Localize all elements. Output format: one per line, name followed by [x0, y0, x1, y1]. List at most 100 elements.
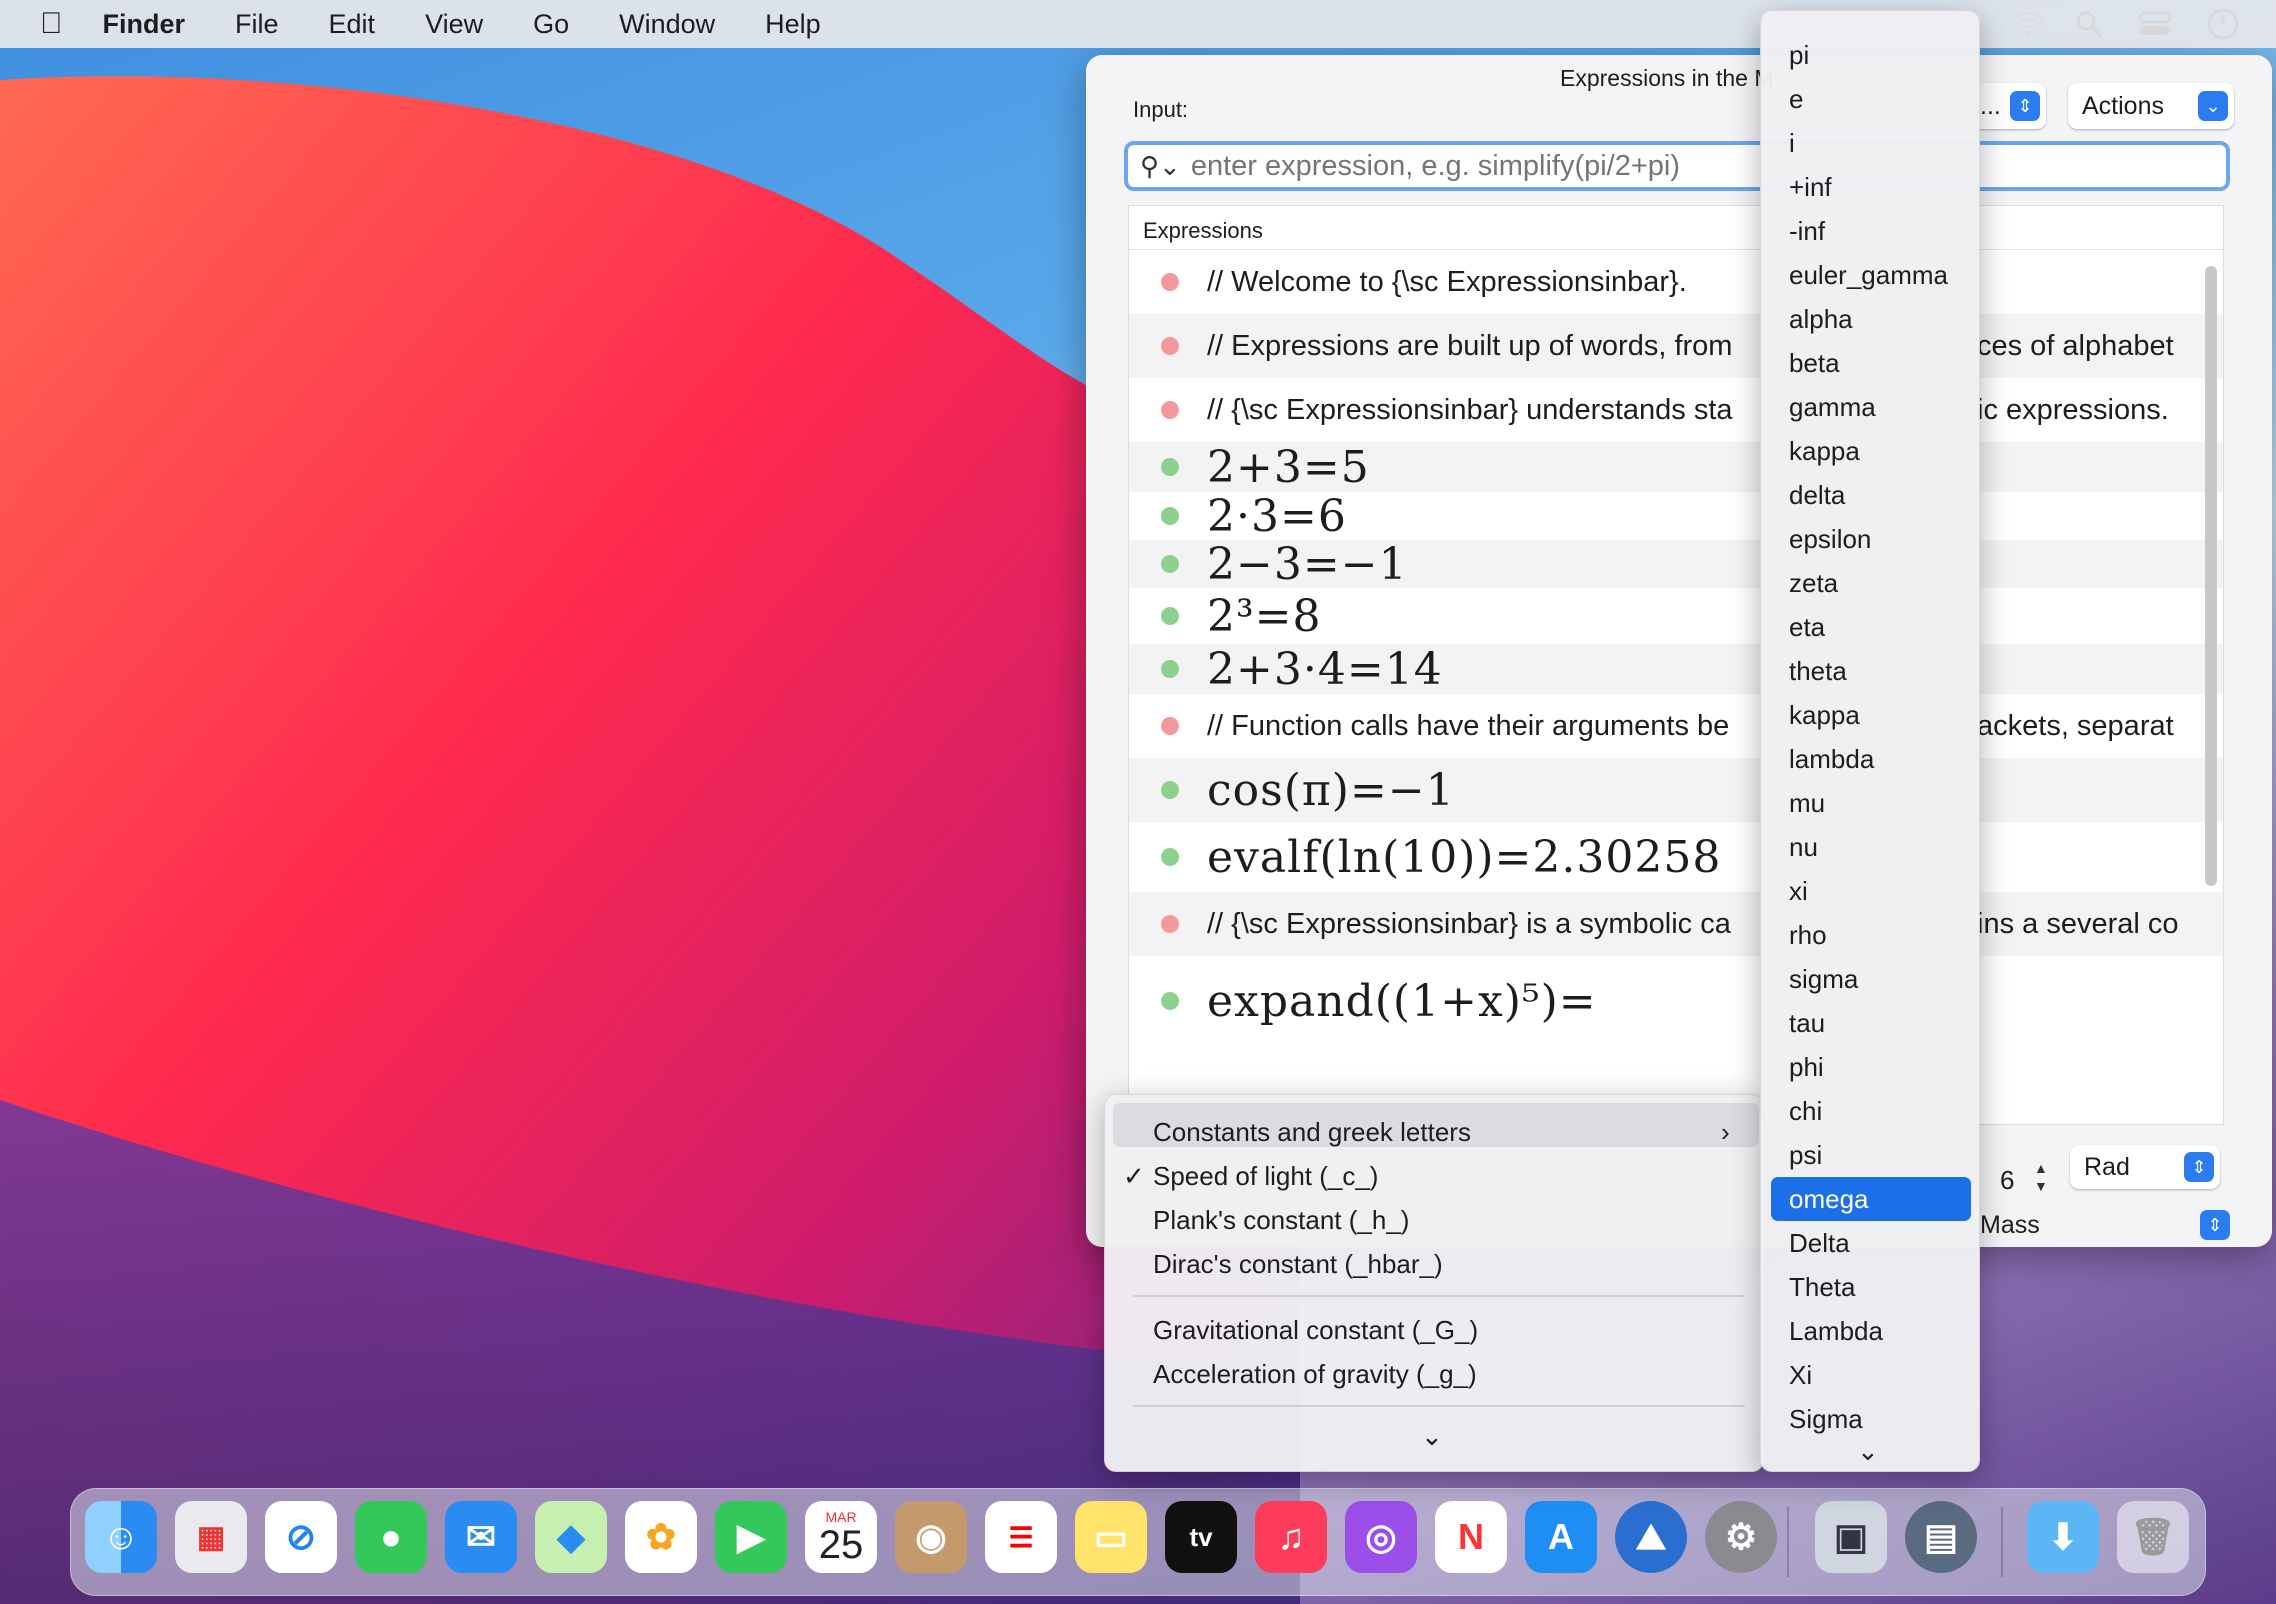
up-down-chevron-icon: ⇕ — [2184, 1152, 2214, 1182]
menu-edit[interactable]: Edit — [329, 9, 376, 40]
expression-row[interactable]: cos(π)=−1 — [1129, 758, 2223, 822]
expression-row[interactable]: // Expressions are built up of words, fr… — [1129, 314, 2223, 378]
menu-item-kappa[interactable]: kappa — [1789, 429, 1860, 473]
scroll-down-arrow-icon[interactable]: ⌄ — [1421, 1421, 1443, 1452]
menu-item-mu[interactable]: mu — [1789, 781, 1825, 825]
music-app-icon[interactable]: ♫ — [1255, 1501, 1327, 1573]
menu-item-i[interactable]: i — [1789, 121, 1795, 165]
menu-item-theta[interactable]: theta — [1789, 649, 1847, 693]
precision-stepper[interactable]: ▲ ▼ — [2034, 1159, 2048, 1195]
menu-item-tau[interactable]: tau — [1789, 1001, 1825, 1045]
downloads-folder-icon[interactable]: ⬇ — [2027, 1501, 2099, 1573]
menu-item-pi[interactable]: pi — [1789, 33, 1809, 77]
menu-item-gamma[interactable]: gamma — [1789, 385, 1876, 429]
menu-item-nu[interactable]: nu — [1789, 825, 1818, 869]
expression-text: // Expressions are built up of words, fr… — [1207, 329, 1733, 362]
expression-row[interactable]: // Welcome to {\sc Expressionsinbar}. — [1129, 250, 2223, 314]
keynote-app-icon[interactable]: ▤ — [1905, 1501, 1977, 1573]
notes-app-icon[interactable]: ▭ — [1075, 1501, 1147, 1573]
menu-item-e[interactable]: e — [1789, 77, 1803, 121]
menu-item-inf[interactable]: +inf — [1789, 165, 1832, 209]
expressions-column-header[interactable]: Expressions — [1129, 206, 2223, 250]
mail-app-icon[interactable]: ✉ — [445, 1501, 517, 1573]
vertical-scrollbar[interactable] — [2205, 266, 2217, 886]
menu-item-planks-constant[interactable]: Plank's constant (_h_) — [1153, 1205, 1409, 1236]
menu-item-sigma[interactable]: sigma — [1789, 957, 1858, 1001]
calendar-app-icon[interactable]: MAR 25 — [805, 1501, 877, 1573]
unit-category-popup[interactable]: Mass ⇕ — [1966, 1205, 2236, 1245]
actions-button[interactable]: Actions ⌄ — [2068, 83, 2234, 129]
menu-help[interactable]: Help — [765, 9, 821, 40]
menu-view[interactable]: View — [425, 9, 483, 40]
menu-item-chi[interactable]: chi — [1789, 1089, 1822, 1133]
expression-input[interactable]: ⚲⌄ — [1124, 141, 2230, 191]
menu-item-delta[interactable]: Delta — [1789, 1221, 1850, 1265]
expression-row[interactable]: 2+3=5 — [1129, 442, 2223, 492]
menu-item-inf[interactable]: -inf — [1789, 209, 1825, 253]
app-store-app-icon[interactable]: A — [1525, 1501, 1597, 1573]
menu-finder[interactable]: Finder — [103, 9, 186, 40]
expression-row[interactable]: // {\sc Expressionsinbar} understands st… — [1129, 378, 2223, 442]
status-ok-indicator — [1161, 660, 1179, 678]
menu-window[interactable]: Window — [619, 9, 715, 40]
menu-item-gravity-acceleration[interactable]: Acceleration of gravity (_g_) — [1153, 1359, 1477, 1390]
menu-item-phi[interactable]: phi — [1789, 1045, 1824, 1089]
expression-row[interactable]: evalf(ln(10))=2.30258 — [1129, 822, 2223, 892]
reminders-app-icon[interactable]: ☰ — [985, 1501, 1057, 1573]
expression-row[interactable]: 2+3·4=14 — [1129, 644, 2223, 694]
podcasts-app-icon[interactable]: ◎ — [1345, 1501, 1417, 1573]
menu-item-lambda[interactable]: Lambda — [1789, 1309, 1883, 1353]
expression-row[interactable]: // {\sc Expressionsinbar} is a symbolic … — [1129, 892, 2223, 956]
menu-item-xi[interactable]: xi — [1789, 869, 1808, 913]
scroll-down-arrow-icon[interactable]: ⌄ — [1857, 1429, 1879, 1473]
facetime-app-icon[interactable]: ▶ — [715, 1501, 787, 1573]
menu-item-delta[interactable]: delta — [1789, 473, 1845, 517]
expression-text: // Function calls have their arguments b… — [1207, 709, 1730, 742]
expression-text-right: ces of alphabet — [1977, 329, 2174, 362]
menu-item-alpha[interactable]: alpha — [1789, 297, 1853, 341]
system-preferences-app-icon[interactable]: ⚙ — [1705, 1501, 1777, 1573]
monterey-app-icon[interactable]: ⛰ — [1615, 1501, 1687, 1573]
trash-icon[interactable]: 🗑 — [2117, 1501, 2189, 1573]
status-ok-indicator — [1161, 848, 1179, 866]
expression-row[interactable]: 2·3=6 — [1129, 492, 2223, 540]
menu-item-kappa[interactable]: kappa — [1789, 693, 1860, 737]
menu-item-speed-of-light[interactable]: Speed of light (_c_) — [1153, 1161, 1378, 1192]
expression-text: 2·3=6 — [1207, 492, 1347, 540]
menu-item-theta[interactable]: Theta — [1789, 1265, 1856, 1309]
preview-app-icon[interactable]: ▣ — [1815, 1501, 1887, 1573]
finder-app-icon[interactable]: ☺ — [85, 1501, 157, 1573]
contacts-app-icon[interactable]: ◉ — [895, 1501, 967, 1573]
messages-app-icon[interactable]: ● — [355, 1501, 427, 1573]
menu-item-beta[interactable]: beta — [1789, 341, 1840, 385]
launchpad-app-icon[interactable]: ▦ — [175, 1501, 247, 1573]
menu-item-constants-greek[interactable]: Constants and greek letters — [1153, 1117, 1471, 1148]
apple-tv-app-icon[interactable]: tv — [1165, 1501, 1237, 1573]
menu-item-lambda[interactable]: lambda — [1789, 737, 1874, 781]
menu-separator — [1133, 1295, 1745, 1297]
menu-file[interactable]: File — [235, 9, 279, 40]
expression-row[interactable]: 2−3=−1 — [1129, 540, 2223, 588]
menu-item-diracs-constant[interactable]: Dirac's constant (_hbar_) — [1153, 1249, 1443, 1280]
expression-row[interactable]: expand((1+x)⁵)= — [1129, 956, 2223, 1046]
safari-app-icon[interactable]: ⊘ — [265, 1501, 337, 1573]
angle-unit-popup[interactable]: Rad ⇕ — [2070, 1145, 2220, 1189]
menu-item-eta[interactable]: eta — [1789, 605, 1825, 649]
menu-go[interactable]: Go — [533, 9, 569, 40]
menu-item-epsilon[interactable]: epsilon — [1789, 517, 1871, 561]
news-app-icon[interactable]: N — [1435, 1501, 1507, 1573]
photos-app-icon[interactable]: ✿ — [625, 1501, 697, 1573]
menu-item-xi[interactable]: Xi — [1789, 1353, 1812, 1397]
menu-item-sigma[interactable]: Sigma — [1789, 1397, 1863, 1441]
menu-item-omega[interactable]: omega — [1789, 1177, 1869, 1221]
format-popup-value: ... — [1980, 91, 2001, 120]
menu-item-eulergamma[interactable]: euler_gamma — [1789, 253, 1948, 297]
menu-item-psi[interactable]: psi — [1789, 1133, 1822, 1177]
expression-row[interactable]: 2³=8 — [1129, 588, 2223, 644]
apple-icon[interactable]:  — [40, 7, 63, 41]
expression-row[interactable]: // Function calls have their arguments b… — [1129, 694, 2223, 758]
menu-item-zeta[interactable]: zeta — [1789, 561, 1838, 605]
maps-app-icon[interactable]: ◆ — [535, 1501, 607, 1573]
menu-item-rho[interactable]: rho — [1789, 913, 1827, 957]
menu-item-gravitational-constant[interactable]: Gravitational constant (_G_) — [1153, 1315, 1478, 1346]
